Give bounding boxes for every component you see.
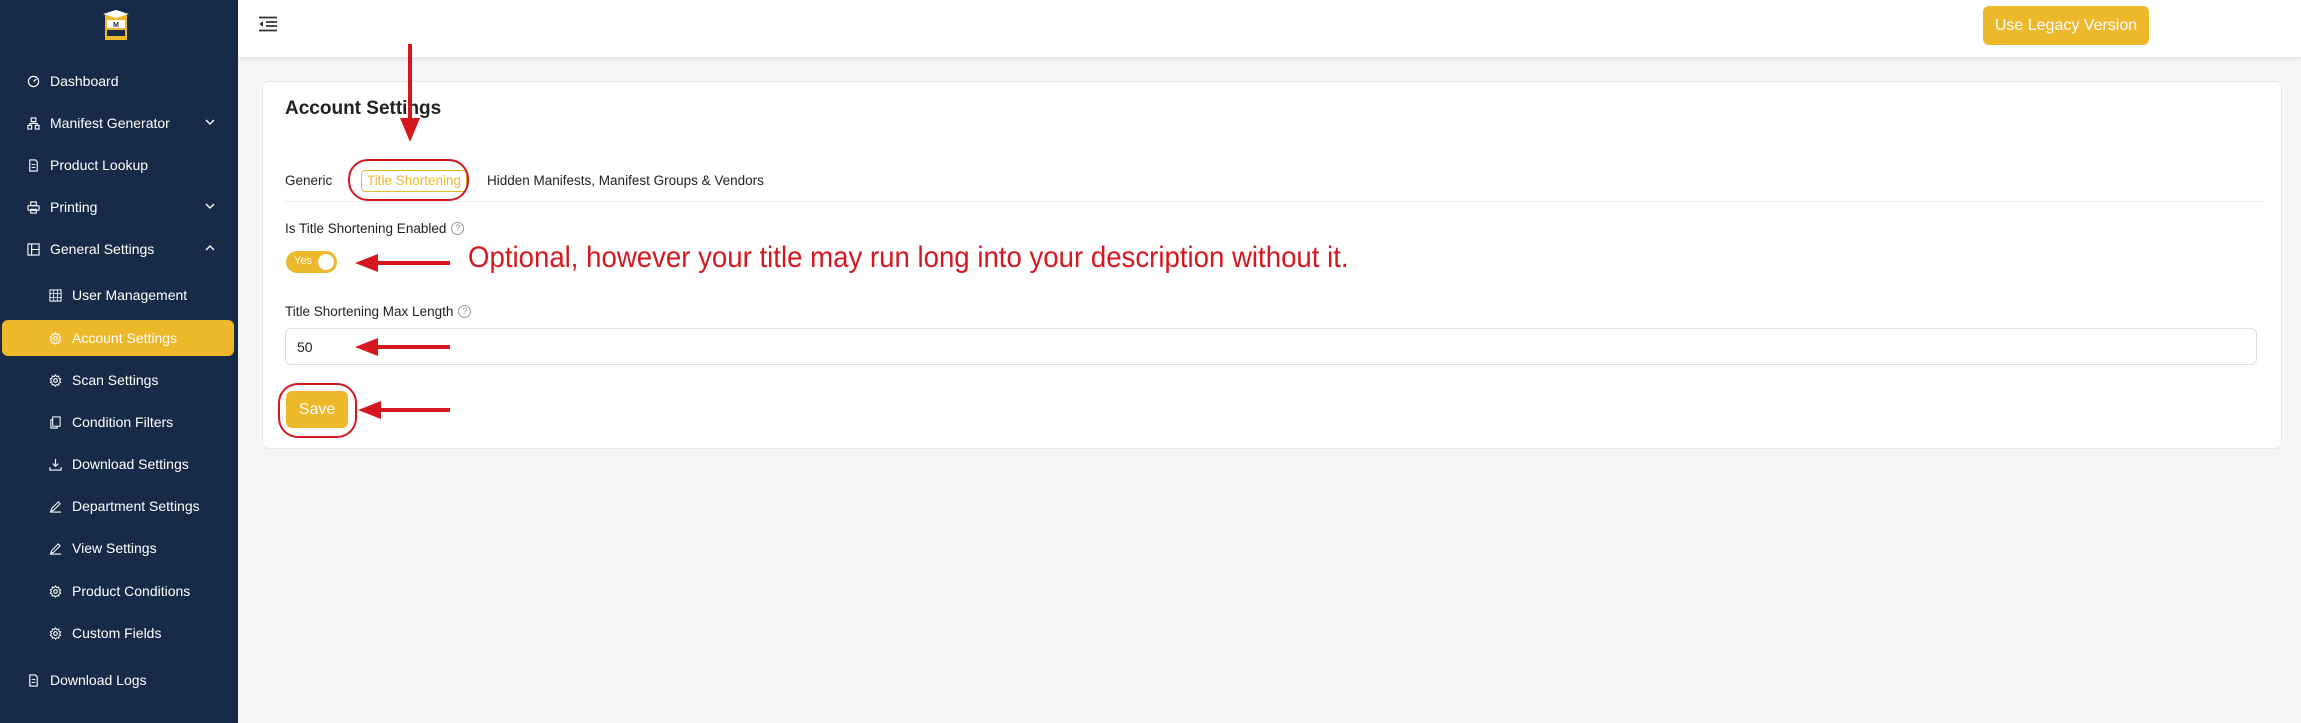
settings-grid-icon — [26, 242, 40, 256]
sidebar-item-scan-settings[interactable]: Scan Settings — [0, 361, 238, 399]
app-logo[interactable]: M — [101, 10, 131, 44]
shortening-enabled-label: Is Title Shortening Enabled ? — [285, 221, 465, 236]
toggle-knob — [318, 254, 334, 270]
sidebar-item-download-logs[interactable]: Download Logs — [0, 661, 238, 699]
top-bar: Use Legacy Version — [238, 0, 2301, 57]
chevron-down-icon — [205, 203, 215, 209]
sidebar: M Dashboard Manifest Generator Product L… — [0, 0, 238, 723]
sidebar-item-department-settings[interactable]: Department Settings — [0, 487, 238, 525]
page-title: Account Settings — [285, 98, 442, 119]
sidebar-item-label: Dashboard — [50, 73, 119, 89]
file-icon — [26, 673, 40, 687]
users-icon — [48, 288, 62, 302]
sidebar-item-download-settings[interactable]: Download Settings — [0, 445, 238, 483]
download-icon — [48, 457, 62, 471]
sidebar-item-label: Product Lookup — [50, 157, 149, 173]
gear-icon — [48, 626, 62, 640]
sidebar-item-label: Condition Filters — [72, 414, 174, 430]
help-icon[interactable]: ? — [451, 222, 465, 235]
sidebar-item-label: Download Settings — [72, 456, 189, 472]
sidebar-item-printing[interactable]: Printing — [0, 188, 238, 226]
dashboard-icon — [26, 74, 40, 88]
sidebar-item-product-lookup[interactable]: Product Lookup — [0, 146, 238, 184]
svg-text:M: M — [113, 22, 119, 29]
sidebar-item-label: Scan Settings — [72, 372, 159, 388]
sidebar-item-product-conditions[interactable]: Product Conditions — [0, 572, 238, 610]
manifest-icon — [26, 116, 40, 130]
sidebar-item-dashboard[interactable]: Dashboard — [0, 62, 238, 100]
sidebar-item-label: View Settings — [72, 540, 157, 556]
sidebar-item-custom-fields[interactable]: Custom Fields — [0, 614, 238, 652]
sidebar-item-label: Download Logs — [50, 672, 147, 688]
sidebar-item-user-management[interactable]: User Management — [0, 276, 238, 314]
chevron-down-icon — [205, 119, 215, 125]
use-legacy-version-button[interactable]: Use Legacy Version — [1983, 6, 2149, 45]
title-shortening-toggle[interactable]: Yes — [286, 251, 337, 273]
tabs-divider — [285, 201, 2265, 202]
annotation-circle-save — [278, 383, 357, 438]
help-icon[interactable]: ? — [458, 305, 472, 318]
max-length-label-text: Title Shortening Max Length — [285, 304, 454, 319]
sidebar-item-label: Manifest Generator — [50, 115, 170, 131]
sidebar-item-condition-filters[interactable]: Condition Filters — [0, 403, 238, 441]
sidebar-item-label: Account Settings — [72, 330, 178, 346]
max-length-input[interactable] — [285, 328, 2257, 365]
sidebar-item-label: General Settings — [50, 241, 155, 257]
menu-collapse-icon[interactable] — [258, 16, 278, 32]
tab-generic[interactable]: Generic — [285, 171, 332, 191]
sidebar-item-label: Printing — [50, 199, 98, 215]
sidebar-item-account-settings[interactable]: Account Settings — [2, 320, 234, 356]
sidebar-item-label: Product Conditions — [72, 583, 191, 599]
edit-icon — [48, 541, 62, 555]
sidebar-item-label: Custom Fields — [72, 625, 162, 641]
sidebar-item-general-settings[interactable]: General Settings — [0, 230, 238, 268]
printer-icon — [26, 200, 40, 214]
tab-hidden-manifests[interactable]: Hidden Manifests, Manifest Groups & Vend… — [487, 171, 764, 191]
copy-icon — [48, 415, 62, 429]
annotation-circle-tab — [348, 159, 469, 201]
sidebar-item-manifest-generator[interactable]: Manifest Generator — [0, 104, 238, 142]
annotation-text: Optional, however your title may run lon… — [468, 241, 1349, 274]
sidebar-item-view-settings[interactable]: View Settings — [0, 529, 238, 567]
file-icon — [26, 158, 40, 172]
max-length-label: Title Shortening Max Length ? — [285, 304, 472, 319]
sidebar-item-label: User Management — [72, 287, 188, 303]
gear-icon — [48, 331, 62, 345]
toggle-label: Yes — [294, 255, 312, 267]
shortening-enabled-label-text: Is Title Shortening Enabled — [285, 221, 447, 236]
sidebar-item-label: Department Settings — [72, 498, 200, 514]
gear-icon — [48, 373, 62, 387]
edit-icon — [48, 499, 62, 513]
gear-icon — [48, 584, 62, 598]
chevron-up-icon — [205, 245, 215, 251]
